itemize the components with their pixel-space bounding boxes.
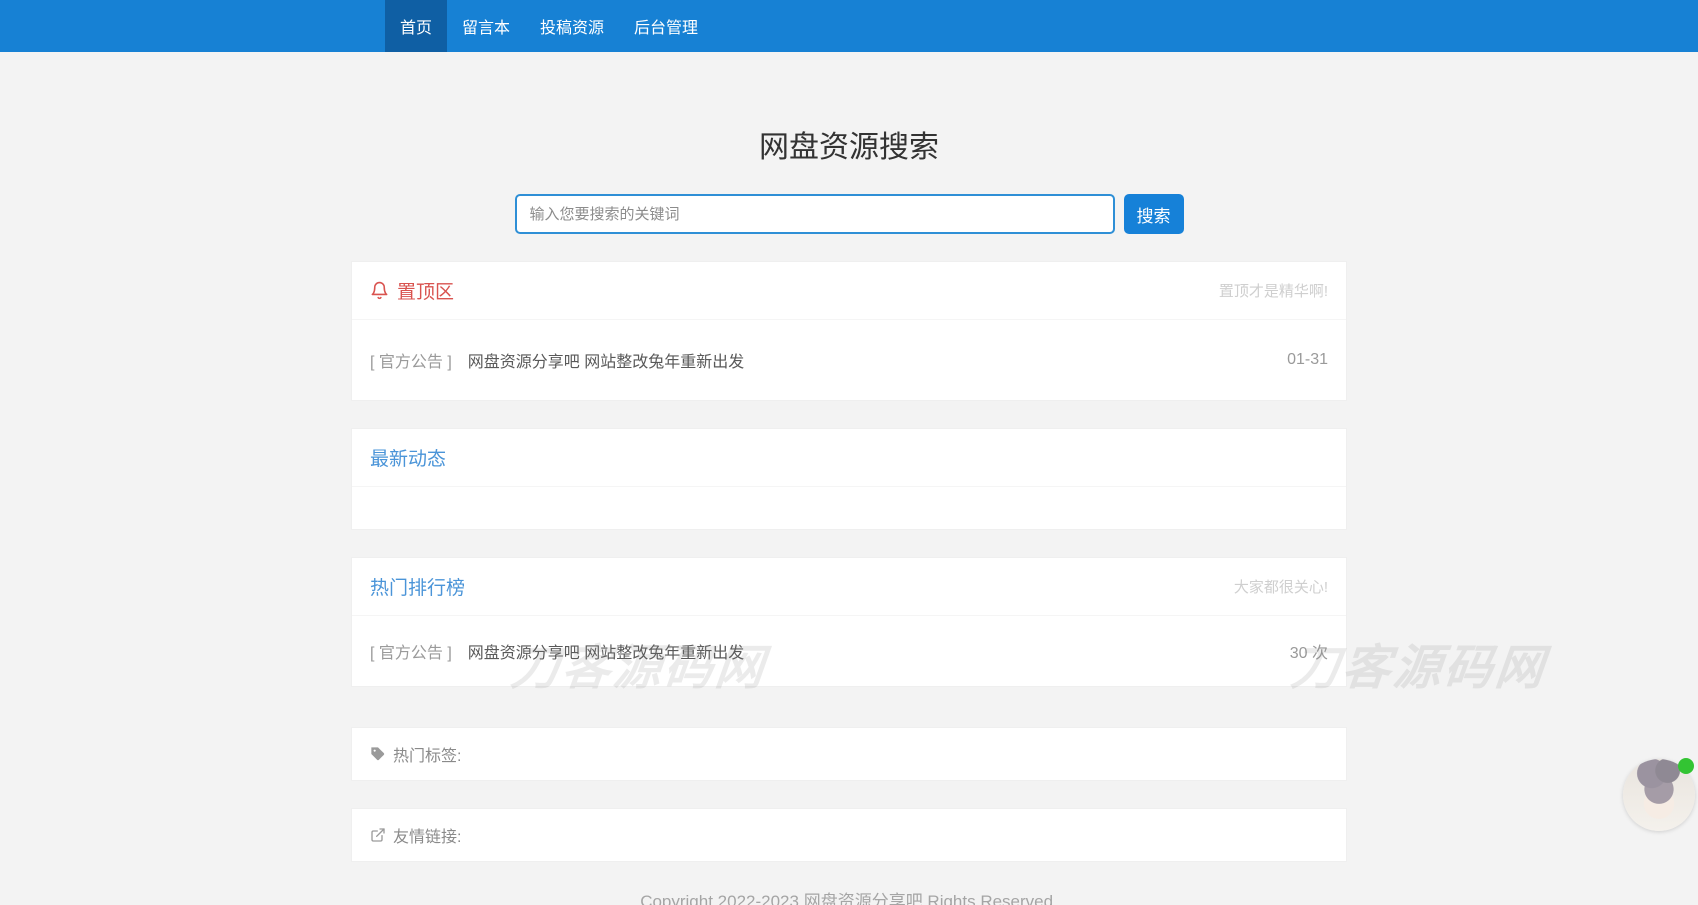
friend-links-label: 友情链接: xyxy=(393,823,461,847)
pinned-section-header: 置顶区 置顶才是精华啊! xyxy=(352,262,1346,320)
latest-section: 最新动态 xyxy=(351,428,1347,530)
latest-section-header: 最新动态 xyxy=(352,429,1346,487)
post-date: 01-31 xyxy=(1287,351,1328,369)
nav-item-admin[interactable]: 后台管理 xyxy=(619,0,713,52)
online-status-dot xyxy=(1678,758,1694,774)
hot-section-hint: 大家都很关心! xyxy=(1234,576,1328,597)
tag-icon xyxy=(370,746,386,762)
external-link-icon xyxy=(370,827,386,843)
search-input[interactable] xyxy=(515,194,1115,234)
navbar-inner: 首页 留言本 投稿资源 后台管理 xyxy=(351,0,1347,52)
search-row: 搜索 xyxy=(0,194,1698,234)
footer-copyright: Copyright 2022-2023 网盘资源分享吧 Rights Reser… xyxy=(351,890,1347,905)
search-button[interactable]: 搜索 xyxy=(1124,194,1184,234)
post-title-link[interactable]: 网盘资源分享吧 网站整改兔年重新出发 xyxy=(468,639,744,663)
pinned-section-hint: 置顶才是精华啊! xyxy=(1219,280,1328,301)
hot-post-row[interactable]: [ 官方公告 ] 网盘资源分享吧 网站整改兔年重新出发 30 次 xyxy=(352,616,1346,686)
pinned-section-title-text: 置顶区 xyxy=(397,277,454,304)
hot-tags-bar: 热门标签: xyxy=(351,727,1347,781)
nav-item-guestbook[interactable]: 留言本 xyxy=(447,0,525,52)
navbar: 首页 留言本 投稿资源 后台管理 xyxy=(0,0,1698,52)
post-title-link[interactable]: 网盘资源分享吧 网站整改兔年重新出发 xyxy=(468,348,744,372)
nav-item-home[interactable]: 首页 xyxy=(385,0,447,52)
post-category: [ 官方公告 ] xyxy=(370,639,452,663)
footer: Copyright 2022-2023 网盘资源分享吧 Rights Reser… xyxy=(351,890,1347,905)
bell-icon xyxy=(370,281,389,300)
nav-item-submit-resources[interactable]: 投稿资源 xyxy=(525,0,619,52)
friend-links-bar: 友情链接: xyxy=(351,808,1347,862)
latest-section-title[interactable]: 最新动态 xyxy=(370,444,446,471)
pinned-post-row[interactable]: [ 官方公告 ] 网盘资源分享吧 网站整改兔年重新出发 01-31 xyxy=(352,320,1346,400)
post-category: [ 官方公告 ] xyxy=(370,348,452,372)
pinned-section-title: 置顶区 xyxy=(370,277,454,304)
post-view-count: 30 次 xyxy=(1290,639,1328,663)
hot-section-title[interactable]: 热门排行榜 xyxy=(370,573,465,600)
chat-avatar[interactable] xyxy=(1623,759,1695,831)
hot-tags-label: 热门标签: xyxy=(393,742,461,766)
site-title: 网盘资源搜索 xyxy=(0,122,1698,166)
hot-section-header: 热门排行榜 大家都很关心! xyxy=(352,558,1346,616)
latest-empty-area xyxy=(352,487,1346,529)
hot-section: 热门排行榜 大家都很关心! [ 官方公告 ] 网盘资源分享吧 网站整改兔年重新出… xyxy=(351,557,1347,687)
pinned-section: 置顶区 置顶才是精华啊! [ 官方公告 ] 网盘资源分享吧 网站整改兔年重新出发… xyxy=(351,261,1347,401)
main-content: 置顶区 置顶才是精华啊! [ 官方公告 ] 网盘资源分享吧 网站整改兔年重新出发… xyxy=(351,261,1347,905)
